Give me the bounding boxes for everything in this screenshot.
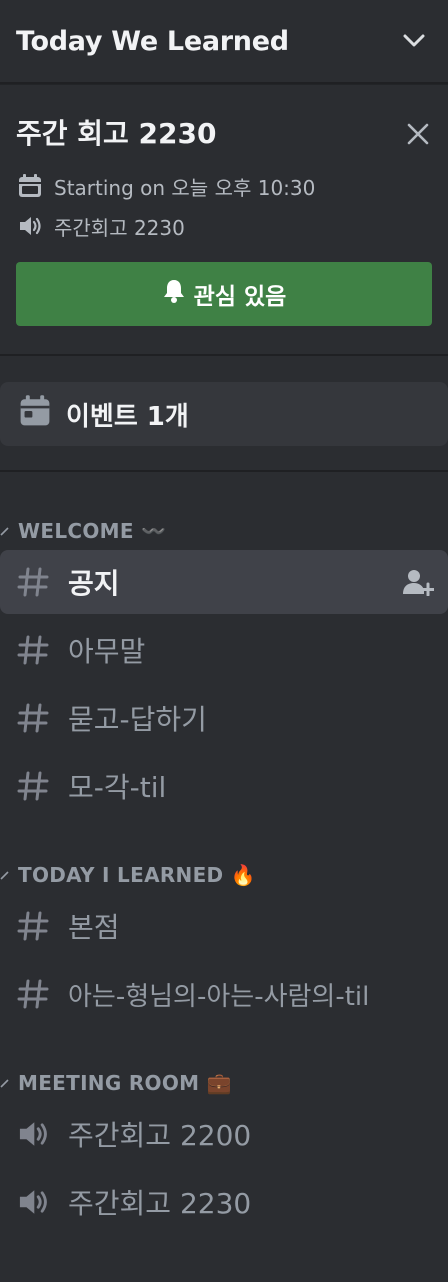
- channel-name: 공지: [68, 567, 120, 600]
- category-today-i-learned[interactable]: TODAY I LEARNED 🔥: [0, 860, 448, 890]
- channel-name: 주간회고 2230: [68, 1187, 252, 1220]
- events-button[interactable]: 이벤트 1개: [0, 382, 448, 446]
- speaker-icon: [16, 1185, 56, 1219]
- interested-button[interactable]: 관심 있음: [16, 262, 432, 326]
- category-label: MEETING ROOM 💼: [18, 1071, 232, 1095]
- channel-name: 묻고-답하기: [68, 703, 207, 736]
- event-location[interactable]: 주간회고 2230: [54, 212, 185, 241]
- chevron-down-icon[interactable]: [400, 27, 428, 55]
- channel-name: 주간회고 2200: [68, 1119, 252, 1152]
- caret-down-icon: [0, 870, 14, 880]
- caret-down-icon: [0, 526, 14, 536]
- speaker-icon: [16, 1117, 56, 1151]
- category-label: TODAY I LEARNED 🔥: [18, 863, 256, 887]
- calendar-icon: [18, 394, 52, 435]
- channel-아는-형님의-아는-사람의-til[interactable]: 아는-형님의-아는-사람의-til: [0, 962, 448, 1026]
- channel-name: 본점: [68, 911, 120, 944]
- event-title[interactable]: 주간 회고 2230: [16, 116, 432, 152]
- category-label: WELCOME 〰️: [18, 519, 167, 543]
- channel-name: 아무말: [68, 635, 146, 668]
- channel-list: WELCOME 〰️ 공지 아무말 묻고-답하기 모-각-til TODAY I…: [0, 516, 448, 1234]
- channel-주간회고-2230[interactable]: 주간회고 2230: [0, 1170, 448, 1234]
- interested-button-label: 관심 있음: [193, 284, 287, 310]
- hashtag-icon: [16, 633, 56, 667]
- calendar-icon: [16, 172, 44, 200]
- add-member-icon[interactable]: [402, 568, 434, 596]
- channel-묻고-답하기[interactable]: 묻고-답하기: [0, 686, 448, 750]
- event-time: Starting on 오늘 오후 10:30: [54, 175, 316, 200]
- events-section: 이벤트 1개: [0, 356, 448, 472]
- close-icon[interactable]: [406, 122, 430, 150]
- caret-down-icon: [0, 1078, 14, 1088]
- channel-주간회고-2200[interactable]: 주간회고 2200: [0, 1102, 448, 1166]
- hashtag-icon: [16, 701, 56, 735]
- hashtag-icon: [16, 909, 56, 943]
- channel-아무말[interactable]: 아무말: [0, 618, 448, 682]
- channel-본점[interactable]: 본점: [0, 894, 448, 958]
- server-name: Today We Learned: [16, 25, 289, 57]
- channel-name: 모-각-til: [68, 771, 167, 804]
- event-card: 주간 회고 2230 Starting on 오늘 오후 10:30 주간회고 …: [0, 84, 448, 356]
- speaker-icon: [16, 212, 44, 240]
- hashtag-icon: [16, 565, 56, 599]
- channel-모-각-til[interactable]: 모-각-til: [0, 754, 448, 818]
- event-time-row: Starting on 오늘 오후 10:30: [16, 172, 432, 200]
- events-label: 이벤트 1개: [66, 401, 189, 432]
- bell-icon: [162, 278, 186, 310]
- server-header[interactable]: Today We Learned: [0, 0, 448, 84]
- hashtag-icon: [16, 769, 56, 803]
- channel-공지[interactable]: 공지: [0, 550, 448, 614]
- event-location-row: 주간회고 2230: [16, 212, 432, 240]
- category-welcome[interactable]: WELCOME 〰️: [0, 516, 448, 546]
- hashtag-icon: [16, 977, 56, 1011]
- channel-name: 아는-형님의-아는-사람의-til: [68, 981, 370, 1012]
- category-meeting-room[interactable]: MEETING ROOM 💼: [0, 1068, 448, 1098]
